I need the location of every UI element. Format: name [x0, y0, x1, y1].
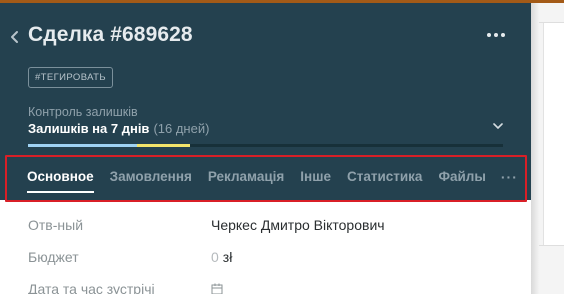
field-budget: Бюджет 0 зł	[28, 249, 518, 271]
calendar-icon[interactable]	[211, 283, 223, 294]
tabs-highlight-box	[5, 155, 527, 202]
ellipsis-icon	[487, 33, 491, 37]
more-actions-button[interactable]	[484, 29, 508, 41]
responsible-user-value[interactable]: Черкес Дмитро Вікторович	[211, 217, 385, 233]
lead-title: Сделка #689628	[28, 23, 193, 46]
chevron-left-icon[interactable]	[8, 30, 22, 44]
budget-amount: 0	[211, 249, 219, 265]
stock-days-text: Залишків на 7 днів	[28, 121, 150, 136]
stock-progress-bar	[28, 144, 503, 147]
stock-days-extra: (16 дней)	[153, 121, 210, 136]
field-label: Отв-ный	[28, 217, 84, 233]
progress-segment-yellow	[137, 144, 190, 147]
stock-control-label: Контроль залишків	[28, 105, 138, 119]
chevron-down-icon[interactable]	[492, 121, 504, 131]
ellipsis-icon	[501, 33, 505, 37]
field-meeting-datetime: Дата та час зустрічі	[28, 281, 518, 294]
field-label: Бюджет	[28, 249, 79, 265]
progress-segment-blue	[28, 144, 138, 147]
stock-control-value: Залишків на 7 днів (16 дней)	[28, 121, 209, 136]
right-pane-card	[543, 23, 564, 245]
lead-card: Сделка #689628 #ТЕГИРОВАТЬ Контроль зали…	[0, 3, 531, 294]
budget-currency: зł	[222, 249, 233, 265]
budget-input[interactable]: 0 зł	[211, 249, 232, 265]
ellipsis-icon	[494, 33, 498, 37]
panel-shadow	[531, 3, 539, 294]
field-responsible: Отв-ный Черкес Дмитро Вікторович	[28, 217, 518, 239]
add-tag-button[interactable]: #ТЕГИРОВАТЬ	[28, 67, 113, 88]
divider	[539, 245, 564, 246]
field-label: Дата та час зустрічі	[28, 281, 155, 294]
